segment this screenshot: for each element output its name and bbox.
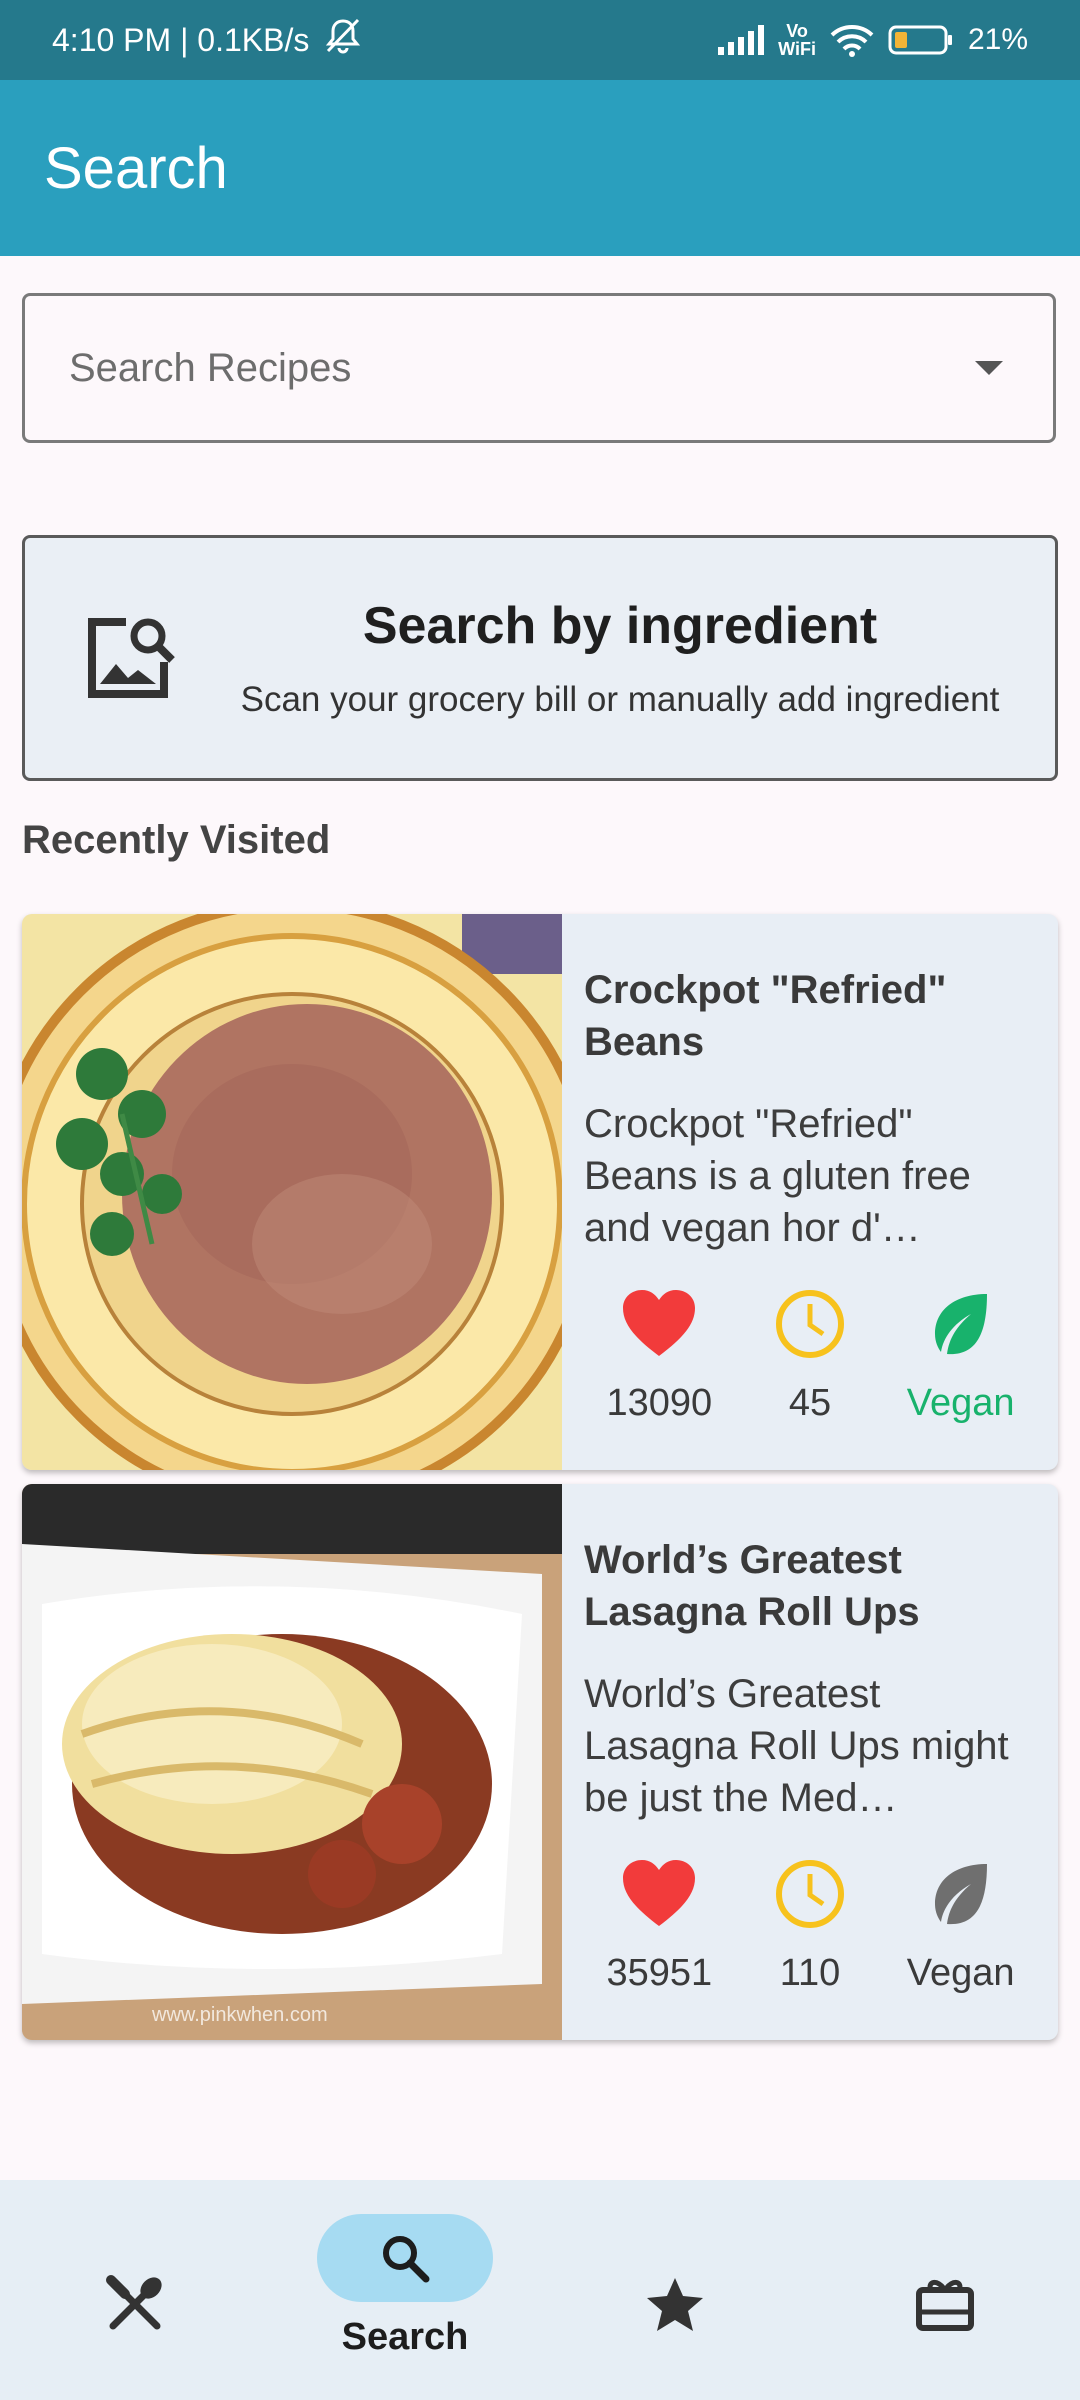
image-search-icon	[25, 610, 205, 706]
leaf-icon	[934, 1864, 987, 1925]
wifi-icon	[830, 23, 874, 57]
recipe-stats: 13090 45 Vegan	[584, 1288, 1036, 1425]
nav-item-recipes[interactable]	[0, 2180, 270, 2348]
search-recipes-dropdown[interactable]	[22, 293, 1056, 443]
nav-label-search: Search	[341, 2316, 469, 2358]
app-bar: Search	[0, 80, 1080, 256]
diet-label: Vegan	[906, 1952, 1015, 1994]
ingredient-text: Search by ingredient Scan your grocery b…	[205, 596, 1055, 720]
recipe-card[interactable]: Crockpot "Refried" Beans Crockpot "Refri…	[22, 914, 1058, 1470]
diet-label: Vegan	[906, 1382, 1015, 1424]
recipe-title: World’s Greatest Lasagna Roll Ups	[584, 1538, 920, 1634]
search-by-ingredient-card[interactable]: Search by ingredient Scan your grocery b…	[22, 535, 1058, 781]
gift-card-icon[interactable]	[857, 2260, 1033, 2348]
clock-icon	[775, 1860, 844, 1928]
heart-icon	[623, 1860, 696, 1926]
likes-count: 35951	[606, 1952, 713, 1994]
status-bar: 4:10 PM | 0.1KB/s Vo WiFi 21%	[0, 0, 1080, 80]
status-left: 4:10 PM | 0.1KB/s	[52, 17, 363, 63]
recipe-body: Crockpot "Refried" Beans Crockpot "Refri…	[562, 914, 1058, 1470]
status-time-speed: 4:10 PM | 0.1KB/s	[52, 21, 310, 58]
battery-icon	[888, 24, 954, 56]
recipe-description: Crockpot "Refried" Beans is a gluten fre…	[584, 1102, 971, 1250]
search-input[interactable]	[67, 344, 975, 392]
likes-count: 13090	[606, 1382, 713, 1424]
vowifi-indicator: Vo WiFi	[778, 22, 816, 58]
vowifi-top: Vo	[786, 21, 808, 41]
utensils-icon[interactable]	[47, 2260, 223, 2348]
time-stat: 45	[735, 1288, 885, 1425]
ingredient-card-title: Search by ingredient	[362, 597, 878, 655]
page-title: Search	[44, 135, 228, 201]
bottom-navigation: Search	[0, 2180, 1080, 2400]
recipe-image	[22, 914, 562, 1470]
time-stat: 110	[735, 1858, 885, 1995]
recipe-card[interactable]: www.pinkwhen.com World’s Greatest Lasagn…	[22, 1484, 1058, 2040]
signal-icon	[716, 25, 765, 55]
status-right: Vo WiFi 21%	[716, 22, 1028, 58]
search-icon[interactable]	[317, 2214, 493, 2302]
cook-minutes: 45	[788, 1382, 832, 1424]
heart-icon	[623, 1290, 696, 1356]
nav-item-search[interactable]: Search	[270, 2180, 540, 2359]
recipe-title: Crockpot "Refried" Beans	[584, 968, 947, 1064]
recipe-stats: 35951 110 Vegan	[584, 1858, 1036, 1995]
recipe-description: World’s Greatest Lasagna Roll Ups might …	[584, 1672, 1009, 1820]
nav-item-gift[interactable]	[810, 2180, 1080, 2348]
likes-stat: 13090	[584, 1288, 734, 1425]
battery-percent: 21%	[967, 23, 1028, 56]
vowifi-bottom: WiFi	[778, 39, 816, 59]
recipe-image: www.pinkwhen.com	[22, 1484, 562, 2040]
image-watermark: www.pinkwhen.com	[152, 2004, 328, 2026]
mute-icon	[323, 17, 363, 63]
ingredient-card-subtitle: Scan your grocery bill or manually add i…	[240, 680, 1000, 719]
cook-minutes: 110	[779, 1952, 841, 1994]
star-icon[interactable]	[587, 2260, 763, 2348]
recipe-body: World’s Greatest Lasagna Roll Ups World’…	[562, 1484, 1058, 2040]
leaf-icon	[934, 1294, 987, 1355]
clock-icon	[775, 1290, 844, 1358]
recently-visited-heading: Recently Visited	[22, 818, 331, 862]
dropdown-arrow-icon[interactable]	[975, 361, 1003, 375]
diet-stat: Vegan	[886, 1858, 1036, 1995]
nav-item-favorites[interactable]	[540, 2180, 810, 2348]
likes-stat: 35951	[584, 1858, 734, 1995]
diet-stat: Vegan	[886, 1288, 1036, 1425]
